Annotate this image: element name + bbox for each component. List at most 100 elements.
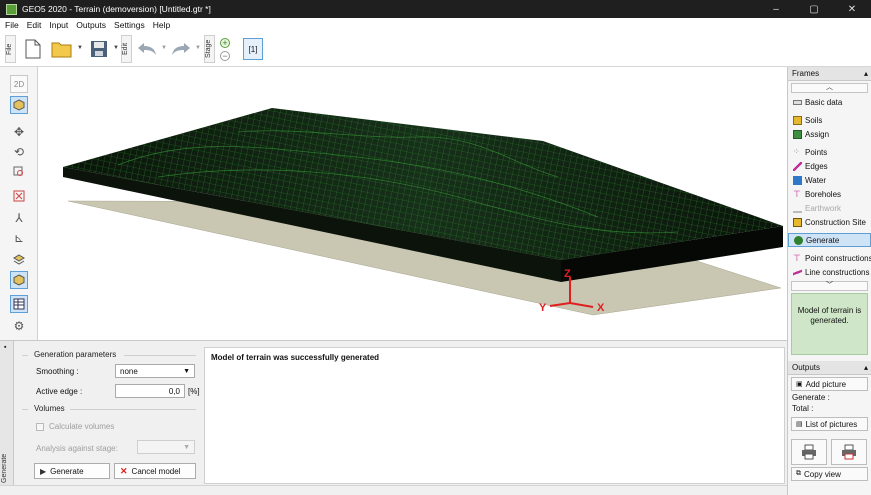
status-bar bbox=[0, 485, 787, 495]
frame-basic-data[interactable]: Basic data bbox=[788, 95, 871, 109]
copy-icon: ⧉ bbox=[796, 470, 801, 477]
bottom-panel: ▪ Generate Generation parameters Smoothi… bbox=[0, 340, 787, 486]
analysis-stage-label: Analysis against stage: bbox=[36, 444, 118, 453]
axes-view-icon[interactable]: ⅄ bbox=[10, 209, 28, 227]
frame-points[interactable]: ⁘ Points bbox=[788, 145, 871, 159]
new-file-icon[interactable] bbox=[22, 37, 44, 61]
frames-collapse-icon[interactable]: ▴ bbox=[864, 69, 868, 78]
open-dropdown-icon[interactable]: ▼ bbox=[77, 45, 83, 51]
print-icon[interactable] bbox=[791, 439, 827, 465]
ruler-icon bbox=[793, 99, 802, 105]
frame-construction-site[interactable]: Construction Site bbox=[788, 215, 871, 229]
settings-gear-icon[interactable]: ⚙ bbox=[10, 317, 28, 335]
frame-earthwork[interactable]: Earthwork bbox=[788, 201, 871, 215]
cancel-model-button[interactable]: ✕ Cancel model bbox=[114, 463, 196, 479]
generation-form: Generation parameters Smoothing : none ▼… bbox=[14, 341, 202, 486]
frames-scroll-up-icon[interactable]: ︿ bbox=[791, 83, 868, 93]
output-message: Model of terrain was successfully genera… bbox=[211, 353, 380, 362]
cancel-x-icon: ✕ bbox=[120, 465, 128, 476]
outputs-header: Outputs ▴ bbox=[788, 361, 871, 375]
undo-icon[interactable] bbox=[136, 37, 158, 61]
menu-help[interactable]: Help bbox=[153, 20, 170, 30]
outputs-collapse-icon[interactable]: ▴ bbox=[864, 363, 868, 372]
menu-input[interactable]: Input bbox=[49, 20, 68, 30]
panel-pin-icon[interactable]: ▪ bbox=[4, 344, 6, 351]
stage-group-label: Stage bbox=[204, 35, 215, 63]
menu-outputs[interactable]: Outputs bbox=[76, 20, 106, 30]
menu-bar: File Edit Input Outputs Settings Help bbox=[0, 18, 871, 31]
right-panel: Frames ▴ ︿ Basic data Soils Assign ⁘ Poin… bbox=[787, 67, 871, 495]
smoothing-select[interactable]: none ▼ bbox=[115, 364, 195, 378]
view-3d-icon[interactable] bbox=[10, 96, 28, 114]
zoom-window-icon[interactable] bbox=[10, 163, 28, 181]
stage-1-button[interactable]: [1] bbox=[243, 38, 263, 60]
picture-icon: ▣ bbox=[796, 381, 803, 388]
undo-dropdown-icon[interactable]: ▼ bbox=[161, 45, 167, 51]
file-group-label: File bbox=[5, 35, 16, 63]
frame-edges[interactable]: Edges bbox=[788, 159, 871, 173]
add-stage-icon[interactable]: + bbox=[220, 38, 230, 48]
title-bar: GEO5 2020 - Terrain (demoversion) [Untit… bbox=[0, 0, 871, 18]
analysis-stage-select[interactable]: ▼ bbox=[137, 440, 195, 454]
terrain-model: Z X Y bbox=[63, 108, 783, 316]
frame-generate[interactable]: Generate bbox=[788, 233, 871, 247]
generation-params-title: Generation parameters bbox=[34, 350, 117, 359]
redo-dropdown-icon[interactable]: ▼ bbox=[195, 45, 201, 51]
3d-viewport[interactable]: Z X Y bbox=[38, 67, 787, 340]
close-button[interactable]: ✕ bbox=[833, 4, 871, 15]
open-file-icon[interactable] bbox=[50, 37, 74, 61]
minimize-button[interactable]: – bbox=[757, 4, 795, 15]
layer-style-icon[interactable] bbox=[10, 251, 28, 269]
point-constructions-icon: ⊤ bbox=[793, 252, 801, 263]
menu-edit[interactable]: Edit bbox=[27, 20, 42, 30]
toolbar: File ▼ ▼ Edit ▼ ▼ Stage + − [1] bbox=[0, 31, 871, 67]
play-icon: ▶ bbox=[40, 466, 47, 476]
generate-tab-label: Generate bbox=[1, 453, 8, 483]
generate-tab[interactable]: ▪ Generate bbox=[0, 341, 14, 486]
divider bbox=[124, 355, 196, 356]
menu-settings[interactable]: Settings bbox=[114, 20, 145, 30]
save-dropdown-icon[interactable]: ▼ bbox=[113, 45, 119, 51]
output-log: Model of terrain was successfully genera… bbox=[204, 347, 785, 484]
menu-file[interactable]: File bbox=[5, 20, 19, 30]
zoom-extents-icon[interactable] bbox=[10, 187, 28, 205]
frame-point-constructions[interactable]: ⊤ Point constructions bbox=[788, 251, 871, 265]
generate-count-label: Generate : bbox=[792, 393, 830, 402]
total-count-label: Total : bbox=[792, 404, 814, 413]
rotate-icon[interactable]: ⟲ bbox=[10, 143, 28, 161]
add-picture-button[interactable]: ▣ Add picture bbox=[791, 377, 868, 391]
coordinate-axes-icon[interactable]: ⊾ bbox=[10, 229, 28, 247]
frame-assign[interactable]: Assign bbox=[788, 127, 871, 141]
frame-line-constructions[interactable]: Line constructions bbox=[788, 265, 871, 279]
axis-y-label: Y bbox=[539, 302, 547, 314]
frame-soils[interactable]: Soils bbox=[788, 113, 871, 127]
pan-icon[interactable]: ✥ bbox=[10, 123, 28, 141]
soils-icon bbox=[793, 115, 802, 125]
list-of-pictures-button[interactable]: ▤ List of pictures bbox=[791, 417, 868, 431]
divider bbox=[22, 409, 28, 410]
smoothing-label: Smoothing : bbox=[36, 367, 79, 376]
frames-header: Frames ▴ bbox=[788, 67, 871, 81]
visibility-settings-icon[interactable] bbox=[10, 271, 28, 289]
frames-scroll-down-icon[interactable]: ﹀ bbox=[791, 281, 868, 291]
print-pdf-icon[interactable] bbox=[831, 439, 867, 465]
generate-button[interactable]: ▶ Generate bbox=[34, 463, 110, 479]
redo-icon[interactable] bbox=[170, 37, 192, 61]
outputs-label: Outputs bbox=[792, 363, 821, 372]
line-constructions-icon bbox=[793, 267, 802, 277]
points-icon: ⁘ bbox=[793, 146, 800, 156]
copy-view-button[interactable]: ⧉ Copy view bbox=[791, 467, 868, 481]
app-icon bbox=[6, 3, 17, 15]
save-icon[interactable] bbox=[88, 37, 110, 61]
smoothing-value: none bbox=[120, 366, 138, 376]
active-edge-input[interactable]: 0,0 bbox=[115, 384, 185, 398]
maximize-button[interactable]: ▢ bbox=[795, 4, 833, 15]
earthwork-icon bbox=[793, 204, 802, 213]
table-view-icon[interactable] bbox=[10, 295, 28, 313]
remove-stage-icon[interactable]: − bbox=[220, 51, 230, 61]
left-toolbar: 2D ✥ ⟲ ⅄ ⊾ ⚙ bbox=[0, 67, 38, 340]
frame-boreholes[interactable]: ⊤ Boreholes bbox=[788, 187, 871, 201]
calculate-volumes-checkbox[interactable] bbox=[36, 423, 44, 431]
view-2d-button[interactable]: 2D bbox=[10, 75, 28, 93]
frame-water[interactable]: Water bbox=[788, 173, 871, 187]
